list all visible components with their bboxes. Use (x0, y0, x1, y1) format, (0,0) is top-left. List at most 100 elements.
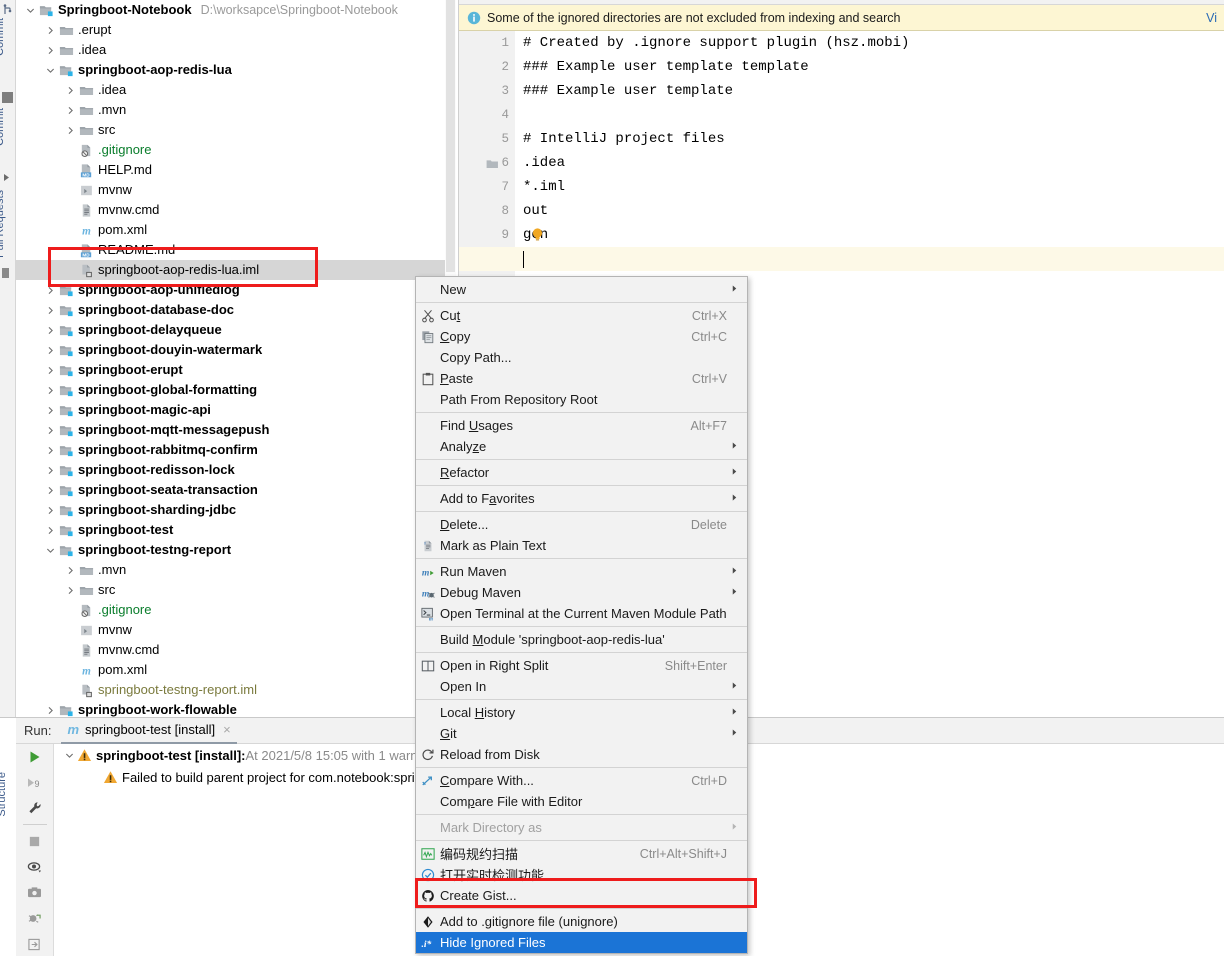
tree-row[interactable]: springboot-erupt (16, 360, 456, 380)
menu-item[interactable]: Reload from Disk (416, 744, 747, 765)
menu-item[interactable]: Build Module 'springboot-aop-redis-lua' (416, 629, 747, 650)
tree-row[interactable]: springboot-sharding-jdbc (16, 500, 456, 520)
menu-item[interactable]: Add to .gitignore file (unignore) (416, 911, 747, 932)
chevron-right-icon[interactable] (64, 120, 77, 140)
menu-item[interactable]: Find Usages Alt+F7 (416, 415, 747, 436)
menu-item[interactable]: Git (416, 723, 747, 744)
context-menu[interactable]: New Cut Ctrl+X Copy Ctrl+C Copy Path... Paste C… (415, 276, 748, 954)
close-icon[interactable]: × (223, 722, 231, 737)
menu-item[interactable]: 打开实时检测功能 (416, 864, 747, 885)
rerun-button[interactable] (22, 744, 48, 770)
run-toolbar[interactable]: 9 (16, 744, 54, 956)
chevron-down-icon[interactable] (44, 60, 57, 80)
menu-item[interactable]: Delete... Delete (416, 514, 747, 535)
chevron-down-icon[interactable] (63, 745, 76, 765)
menu-item[interactable]: Path From Repository Root (416, 389, 747, 410)
chevron-right-icon[interactable] (44, 320, 57, 340)
tree-row[interactable]: Springboot-Notebook D:\worksapce\Springbo… (16, 0, 456, 20)
tree-row[interactable]: springboot-work-flowable (16, 700, 456, 717)
tree-row[interactable]: springboot-test (16, 520, 456, 540)
notification-action-link[interactable]: Vi (1206, 11, 1217, 25)
settings-button[interactable] (22, 796, 48, 822)
menu-item[interactable]: Compare File with Editor (416, 791, 747, 812)
tree-row[interactable]: springboot-magic-api (16, 400, 456, 420)
menu-item[interactable]: Local History (416, 702, 747, 723)
tree-row[interactable]: MD HELP.md (16, 160, 456, 180)
debug-button[interactable] (22, 906, 48, 932)
menu-item[interactable]: x Mark as Plain Text (416, 535, 747, 556)
git-branch-icon[interactable] (2, 4, 13, 15)
chevron-right-icon[interactable] (64, 80, 77, 100)
tree-row[interactable]: MD README.md (16, 240, 456, 260)
chevron-right-icon[interactable] (44, 20, 57, 40)
folder-icon[interactable] (486, 158, 498, 168)
project-tree[interactable]: Springboot-Notebook D:\worksapce\Springbo… (16, 0, 456, 717)
menu-item[interactable]: Open in Right Split Shift+Enter (416, 655, 747, 676)
tree-row[interactable]: springboot-aop-redis-lua.iml (16, 260, 456, 280)
chevron-right-icon[interactable] (44, 420, 57, 440)
chevron-right-icon[interactable] (44, 480, 57, 500)
menu-item[interactable]: Refactor (416, 462, 747, 483)
chevron-right-icon[interactable] (44, 440, 57, 460)
chevron-right-icon[interactable] (44, 520, 57, 540)
toggle-view-button[interactable] (22, 854, 48, 880)
stop-button[interactable] (22, 828, 48, 854)
chevron-down-icon[interactable] (24, 0, 37, 20)
project-tree-panel[interactable]: Springboot-Notebook D:\worksapce\Springbo… (16, 0, 456, 717)
chevron-down-icon[interactable] (44, 540, 57, 560)
tree-row[interactable]: springboot-database-doc (16, 300, 456, 320)
tree-row[interactable]: .gitignore (16, 600, 456, 620)
tree-row[interactable]: .mvn (16, 560, 456, 580)
chevron-right-icon[interactable] (44, 380, 57, 400)
tree-row[interactable]: springboot-aop-redis-lua (16, 60, 456, 80)
sidebar-item-commit[interactable]: Commit (0, 18, 6, 56)
tree-row[interactable]: springboot-douyin-watermark (16, 340, 456, 360)
menu-item[interactable]: Analyze (416, 436, 747, 457)
tree-row[interactable]: .erupt (16, 20, 456, 40)
menu-item[interactable]: Copy Path... (416, 347, 747, 368)
chevron-right-icon[interactable] (64, 100, 77, 120)
sidebar-item-pull-requests-top[interactable]: Commit (0, 108, 6, 146)
tree-row[interactable]: m pom.xml (16, 220, 456, 240)
tree-row[interactable]: mvnw (16, 620, 456, 640)
menu-item[interactable]: 编码规约扫描 Ctrl+Alt+Shift+J (416, 843, 747, 864)
menu-item[interactable]: m Run Maven (416, 561, 747, 582)
run-tab[interactable]: m springboot-test [install] × (61, 718, 237, 744)
sidebar-item-pull-requests[interactable]: Pull Requests (0, 190, 6, 258)
tree-row[interactable]: .idea (16, 80, 456, 100)
tree-row[interactable]: springboot-rabbitmq-confirm (16, 440, 456, 460)
tree-row[interactable]: springboot-testng-report.iml (16, 680, 456, 700)
tree-row[interactable]: .idea (16, 40, 456, 60)
rerun-failed-button[interactable]: 9 (22, 770, 48, 796)
chevron-right-icon[interactable] (44, 300, 57, 320)
chevron-right-icon[interactable] (44, 360, 57, 380)
export-button[interactable] (22, 931, 48, 956)
menu-item[interactable]: .i* Hide Ignored Files (416, 932, 747, 953)
menu-item[interactable]: m Debug Maven (416, 582, 747, 603)
menu-item[interactable]: Paste Ctrl+V (416, 368, 747, 389)
tree-row[interactable]: .gitignore (16, 140, 456, 160)
chevron-right-icon[interactable] (44, 40, 57, 60)
tree-row[interactable]: springboot-delayqueue (16, 320, 456, 340)
chevron-right-icon[interactable] (64, 580, 77, 600)
tree-row[interactable]: springboot-mqtt-messagepush (16, 420, 456, 440)
chevron-right-icon[interactable] (44, 280, 57, 300)
tree-row[interactable]: mvnw.cmd (16, 640, 456, 660)
menu-item[interactable]: Cut Ctrl+X (416, 305, 747, 326)
lightbulb-icon[interactable] (532, 228, 543, 241)
menu-item[interactable]: m Open Terminal at the Current Maven Modu… (416, 603, 747, 624)
tree-row[interactable]: springboot-aop-unifiedlog (16, 280, 456, 300)
sidebar-item-structure[interactable]: Structure (0, 772, 8, 817)
chevron-right-icon[interactable] (44, 340, 57, 360)
tree-row[interactable]: mvnw.cmd (16, 200, 456, 220)
chevron-right-icon[interactable] (44, 400, 57, 420)
tree-row[interactable]: src (16, 120, 456, 140)
menu-item[interactable]: Copy Ctrl+C (416, 326, 747, 347)
tree-row[interactable]: springboot-seata-transaction (16, 480, 456, 500)
chevron-right-icon[interactable] (44, 460, 57, 480)
tree-row[interactable]: src (16, 580, 456, 600)
tree-row[interactable]: springboot-global-formatting (16, 380, 456, 400)
chevron-right-icon[interactable] (44, 700, 57, 717)
menu-item[interactable]: New (416, 279, 747, 300)
tree-row[interactable]: m pom.xml (16, 660, 456, 680)
